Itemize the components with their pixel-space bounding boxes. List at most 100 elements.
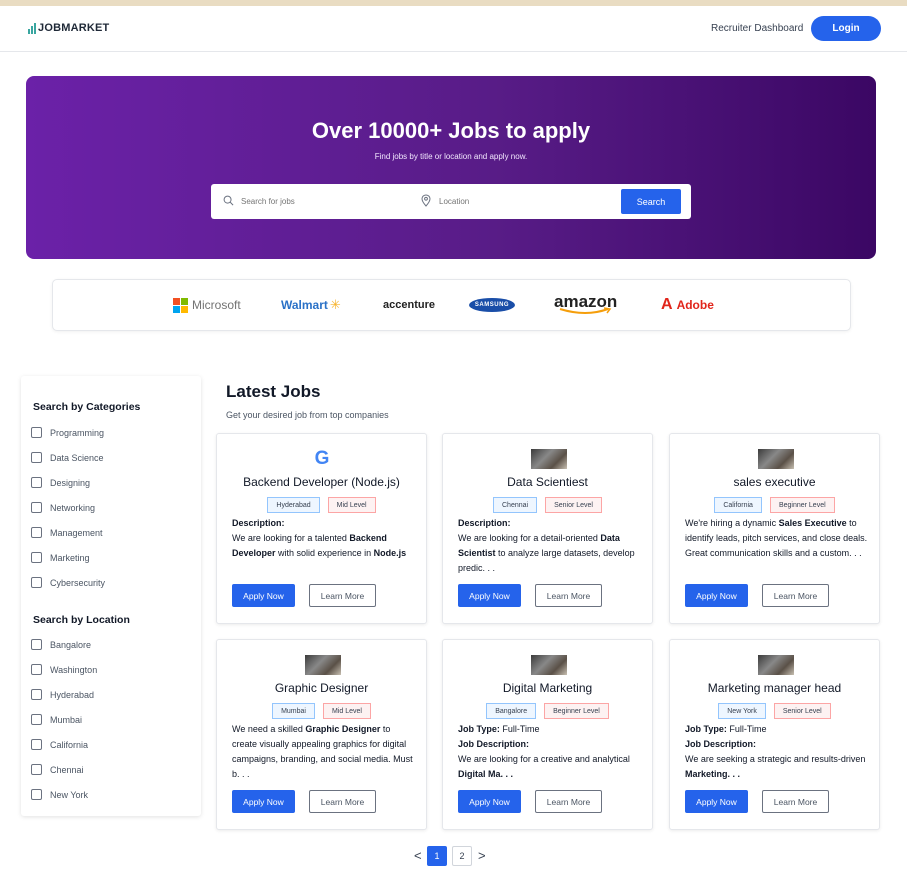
adobe-label: Adobe (676, 298, 714, 312)
description-text: We are looking for a creative and analyt… (458, 754, 630, 764)
job-card: sales executive California Beginner Level… (669, 433, 880, 624)
walmart-logo: Walmart ✳ (281, 280, 341, 330)
apply-now-button[interactable]: Apply Now (232, 584, 295, 607)
apply-now-button[interactable]: Apply Now (458, 584, 521, 607)
description-bold: Digital Ma. . . (458, 769, 514, 779)
amazon-logo: amazon (554, 277, 617, 327)
learn-more-button[interactable]: Learn More (309, 790, 376, 813)
description-heading: Description: (458, 518, 511, 528)
logo-text-job: JOB (38, 22, 62, 34)
learn-more-button[interactable]: Learn More (535, 790, 602, 813)
level-tag: Senior Level (545, 497, 602, 513)
location-filter-item[interactable]: Washington (31, 664, 97, 675)
microsoft-squares-icon (173, 297, 188, 313)
learn-more-button[interactable]: Learn More (762, 584, 829, 607)
job-description: Job Type: Full-Time Job Description: We … (458, 722, 643, 782)
checkbox[interactable] (31, 452, 42, 463)
job-type-label: Job Type: (458, 724, 500, 734)
company-logo (305, 655, 341, 675)
location-input[interactable] (439, 193, 599, 209)
location-filter-item[interactable]: California (31, 739, 88, 750)
search-icon (223, 195, 234, 206)
learn-more-button[interactable]: Learn More (309, 584, 376, 607)
adobe-logo: A Adobe (661, 280, 714, 330)
logo-text-market: MARKET (61, 22, 110, 34)
login-button[interactable]: Login (811, 16, 881, 41)
category-filter-item[interactable]: Data Science (31, 452, 104, 463)
categories-heading: Search by Categories (33, 401, 141, 413)
location-label: Bangalore (50, 639, 92, 650)
page-2-button[interactable]: 2 (452, 846, 472, 866)
location-tag: Mumbai (272, 703, 315, 719)
logo[interactable]: JOBMARKET (28, 22, 109, 34)
category-filter-item[interactable]: Programming (31, 427, 104, 438)
checkbox[interactable] (31, 739, 42, 750)
category-label: Programming (50, 427, 105, 438)
checkbox[interactable] (31, 764, 42, 775)
location-filter-item[interactable]: Hyderabad (31, 689, 94, 700)
checkbox[interactable] (31, 502, 42, 513)
apply-now-button[interactable]: Apply Now (232, 790, 295, 813)
learn-more-button[interactable]: Learn More (762, 790, 829, 813)
category-label: Management (50, 527, 103, 538)
location-filter-item[interactable]: New York (31, 789, 88, 800)
checkbox[interactable] (31, 664, 42, 675)
location-filter-item[interactable]: Bangalore (31, 639, 91, 650)
category-filter-item[interactable]: Designing (31, 477, 90, 488)
checkbox[interactable] (31, 427, 42, 438)
location-tag: Chennai (493, 497, 538, 513)
accenture-label: accenture (383, 299, 435, 311)
description-text: We are looking for a talented (232, 533, 350, 543)
level-tag: Beginner Level (769, 497, 835, 513)
job-description: We need a skilled Graphic Designer to cr… (232, 722, 417, 782)
company-logo (758, 655, 794, 675)
chart-bars-icon (28, 22, 36, 34)
job-title: Marketing manager head (707, 681, 842, 695)
description-text: We are looking for a detail-oriented (458, 533, 601, 543)
location-tag: New York (718, 703, 766, 719)
apply-now-button[interactable]: Apply Now (685, 790, 748, 813)
google-logo-icon: G (314, 448, 330, 469)
recruiter-dashboard-link[interactable]: Recruiter Dashboard (711, 23, 803, 34)
category-filter-item[interactable]: Management (31, 527, 103, 538)
location-filter-item[interactable]: Mumbai (31, 714, 82, 725)
location-filter-item[interactable]: Chennai (31, 764, 84, 775)
location-tag: California (714, 497, 762, 513)
category-label: Designing (50, 477, 91, 488)
category-filter-item[interactable]: Networking (31, 502, 95, 513)
job-type-value: Full-Time (726, 724, 767, 734)
category-label: Data Science (50, 452, 104, 463)
location-label: New York (50, 789, 89, 800)
description-text: with solid experience in (275, 548, 374, 558)
navbar: JOBMARKET Recruiter Dashboard Login (0, 6, 907, 52)
prev-page-button[interactable]: < (414, 848, 422, 863)
category-filter-item[interactable]: Marketing (31, 552, 90, 563)
search-button[interactable]: Search (621, 189, 681, 214)
checkbox[interactable] (31, 789, 42, 800)
filter-sidebar: Search by Categories Programming Data Sc… (21, 376, 201, 816)
job-card: Digital Marketing Bangalore Beginner Leve… (442, 639, 653, 830)
checkbox[interactable] (31, 527, 42, 538)
category-filter-item[interactable]: Cybersecurity (31, 577, 105, 588)
checkbox[interactable] (31, 689, 42, 700)
adobe-icon: A (661, 296, 673, 313)
learn-more-button[interactable]: Learn More (535, 584, 602, 607)
samsung-label: SAMSUNG (469, 298, 515, 312)
job-card: Marketing manager head New York Senior Le… (669, 639, 880, 830)
description-heading: Job Description: (685, 739, 757, 749)
checkbox[interactable] (31, 552, 42, 563)
level-tag: Beginner Level (544, 703, 609, 719)
location-pin-icon (421, 194, 431, 207)
apply-now-button[interactable]: Apply Now (458, 790, 521, 813)
location-heading: Search by Location (33, 614, 130, 626)
search-bar: Search (211, 184, 691, 219)
checkbox[interactable] (31, 577, 42, 588)
next-page-button[interactable]: > (478, 848, 486, 863)
apply-now-button[interactable]: Apply Now (685, 584, 748, 607)
checkbox[interactable] (31, 714, 42, 725)
search-input[interactable] (241, 193, 401, 209)
checkbox[interactable] (31, 639, 42, 650)
checkbox[interactable] (31, 477, 42, 488)
page-1-button[interactable]: 1 (427, 846, 447, 866)
microsoft-label: Microsoft (192, 298, 241, 312)
